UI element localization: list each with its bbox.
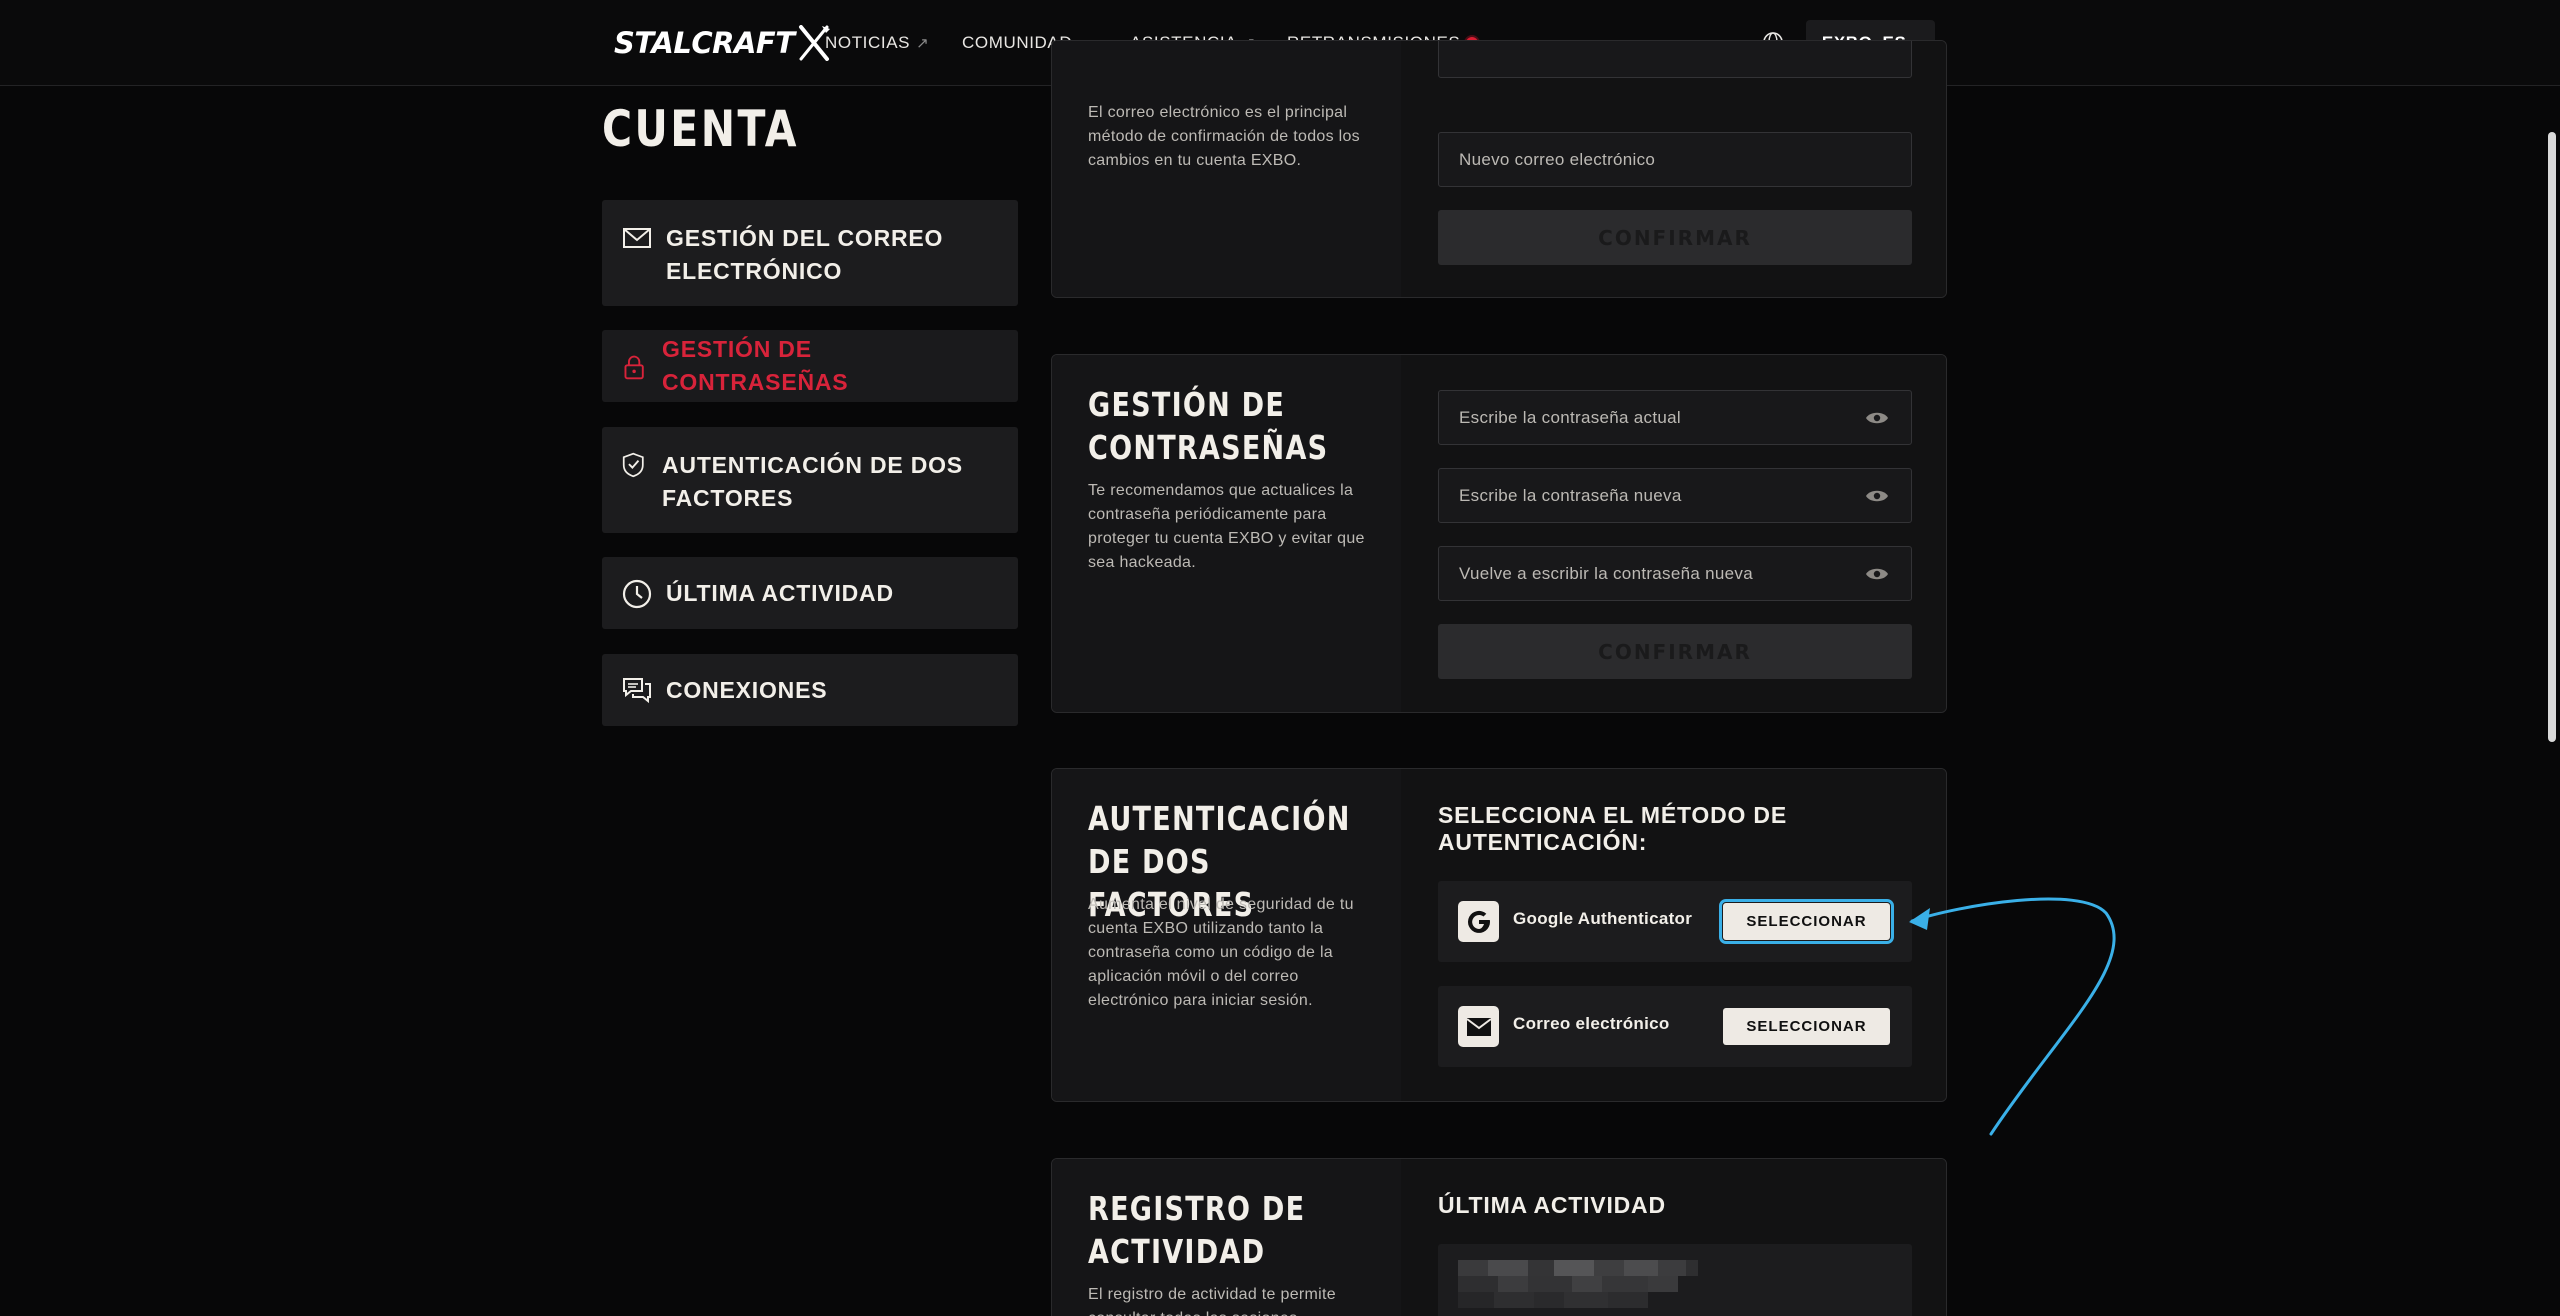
method-google-authenticator: Google Authenticator SELECCIONAR: [1438, 881, 1912, 962]
chat-icon: [623, 677, 651, 703]
sidebar-item-activity[interactable]: ÚLTIMA ACTIVIDAD: [602, 557, 1018, 629]
mail-icon: [623, 228, 651, 248]
repeat-password-input[interactable]: Vuelve a escribir la contraseña nueva: [1438, 546, 1912, 601]
external-link-icon: ↗: [916, 35, 930, 52]
password-description: Te recomendamos que actualices la contra…: [1088, 482, 1365, 571]
repeat-password-placeholder: Vuelve a escribir la contraseña nueva: [1459, 563, 1753, 583]
current-password-input[interactable]: Escribe la contraseña actual: [1438, 390, 1912, 445]
new-email-placeholder: Nuevo correo electrónico: [1459, 149, 1656, 169]
page-title: CUENTA: [602, 100, 799, 158]
shield-check-icon: [622, 452, 644, 478]
sidebar-item-label: GESTIÓN DE CONTRASEÑAS: [662, 336, 849, 395]
new-password-placeholder: Escribe la contraseña nueva: [1459, 485, 1682, 505]
password-confirm-button[interactable]: CONFIRMAR: [1438, 624, 1912, 679]
clock-icon: [622, 579, 652, 608]
nav-news[interactable]: NOTICIAS ↗: [825, 0, 929, 86]
current-password-placeholder: Escribe la contraseña actual: [1459, 407, 1681, 427]
google-icon: [1458, 901, 1499, 942]
sidebar-item-connections[interactable]: CONEXIONES: [602, 654, 1018, 726]
sidebar-item-label: AUTENTICACIÓN DE DOS FACTORES: [662, 452, 963, 511]
method-label: Correo electrónico: [1513, 1014, 1670, 1033]
pixelated-activity-entry: [1438, 1244, 1912, 1316]
scrollbar-thumb[interactable]: [2548, 132, 2556, 742]
twofa-description: Aumenta el nivel de seguridad de tu cuen…: [1088, 896, 1354, 1009]
new-email-input[interactable]: Nuevo correo electrónico: [1438, 132, 1912, 187]
sidebar-item-passwords[interactable]: GESTIÓN DE CONTRASEÑAS: [602, 330, 1018, 402]
eye-icon[interactable]: [1865, 488, 1889, 504]
select-email-button[interactable]: SELECCIONAR: [1723, 1008, 1890, 1045]
email-description: El correo electrónico es el principal mé…: [1088, 104, 1360, 169]
logo-text: STALCRAFT: [614, 26, 795, 60]
eye-icon[interactable]: [1865, 566, 1889, 582]
activity-log-card: REGISTRO DE ACTIVIDAD El registro de act…: [1051, 1158, 1947, 1316]
two-factor-card: AUTENTICACIÓN DE DOS FACTORES Aumenta el…: [1051, 768, 1947, 1102]
activity-card-title: REGISTRO DE ACTIVIDAD: [1088, 1189, 1306, 1271]
lock-icon: [624, 355, 644, 379]
email-management-card: El correo electrónico es el principal mé…: [1051, 40, 1947, 298]
sidebar-item-label: CONEXIONES: [666, 676, 828, 703]
sidebar-item-2fa[interactable]: AUTENTICACIÓN DE DOS FACTORES: [602, 427, 1018, 533]
current-email-field[interactable]: [1438, 41, 1912, 78]
last-activity-heading: ÚLTIMA ACTIVIDAD: [1438, 1192, 1666, 1218]
method-email: Correo electrónico SELECCIONAR: [1438, 986, 1912, 1067]
activity-description: El registro de actividad te permite cons…: [1088, 1286, 1336, 1316]
select-method-heading: SELECCIONA EL MÉTODO DE AUTENTICACIÓN:: [1438, 802, 1787, 855]
sidebar-item-label: GESTIÓN DEL CORREO ELECTRÓNICO: [666, 225, 944, 284]
eye-icon[interactable]: [1865, 410, 1889, 426]
sidebar-item-label: ÚLTIMA ACTIVIDAD: [666, 579, 894, 606]
password-card-title: GESTIÓN DE CONTRASEÑAS: [1088, 385, 1329, 467]
email-confirm-button[interactable]: CONFIRMAR: [1438, 210, 1912, 265]
nav-news-label: NOTICIAS: [825, 33, 911, 52]
select-google-authenticator-button[interactable]: SELECCIONAR: [1719, 899, 1894, 944]
envelope-icon: [1458, 1006, 1499, 1047]
method-label: Google Authenticator: [1513, 909, 1693, 928]
password-management-card: GESTIÓN DE CONTRASEÑAS Te recomendamos q…: [1051, 354, 1947, 713]
sidebar-item-email[interactable]: GESTIÓN DEL CORREO ELECTRÓNICO: [602, 200, 1018, 306]
new-password-input[interactable]: Escribe la contraseña nueva: [1438, 468, 1912, 523]
stalcraft-logo[interactable]: STALCRAFT: [614, 20, 831, 66]
